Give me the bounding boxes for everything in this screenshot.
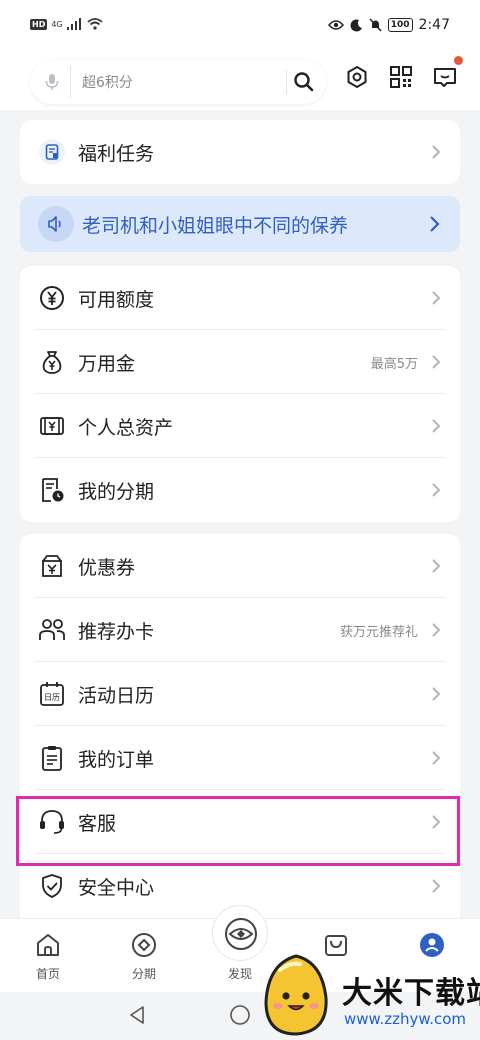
item-label: 优惠券 — [78, 556, 136, 579]
list-item-credit[interactable]: 可用额度 — [20, 266, 460, 330]
item-label: 活动日历 — [78, 684, 155, 707]
list-item-calendar[interactable]: 日历 活动日历 — [20, 662, 460, 726]
moon-icon — [350, 18, 362, 31]
svg-text:日历: 日历 — [44, 693, 60, 702]
status-left: HD 4G — [30, 18, 103, 30]
search-placeholder: 超6积分 — [82, 75, 133, 91]
bell-mute-icon — [369, 18, 382, 32]
chevron-right-icon — [432, 483, 441, 497]
item-label: 推荐办卡 — [78, 620, 155, 643]
mic-icon[interactable] — [42, 72, 62, 92]
chevron-right-icon — [432, 291, 441, 305]
search-divider-right — [286, 70, 287, 94]
top-bar: 超6积分 — [0, 54, 480, 110]
welfare-label: 福利任务 — [78, 142, 155, 165]
watermark-title: 大米下载站 — [342, 976, 480, 1011]
back-icon[interactable] — [126, 1004, 148, 1026]
list-item-wanyongjin[interactable]: 万用金 最高5万 — [20, 330, 460, 394]
wallet-icon — [40, 417, 64, 435]
network-label: 4G — [51, 19, 63, 29]
calendar-icon: 日历 — [40, 682, 64, 706]
clock: 2:47 — [418, 17, 450, 33]
shield-check-icon — [42, 874, 62, 898]
chevron-right-icon — [432, 623, 441, 637]
home-nav-icon[interactable] — [229, 1004, 251, 1026]
signal-icon — [66, 18, 81, 30]
yuan-circle-icon — [40, 286, 64, 310]
tab-home[interactable]: 首页 — [18, 931, 78, 982]
item-label: 我的分期 — [78, 480, 155, 503]
message-icon[interactable] — [432, 64, 458, 90]
list-item-orders[interactable]: 我的订单 — [20, 726, 460, 790]
battery-indicator: 100 — [387, 18, 413, 32]
status-right: 100 2:47 — [327, 17, 450, 33]
item-label: 我的订单 — [78, 748, 155, 771]
item-label: 安全中心 — [78, 876, 155, 899]
status-bar: HD 4G 100 2:47 — [0, 0, 480, 54]
highlight-frame — [16, 796, 460, 866]
wifi-icon — [87, 18, 103, 30]
clipboard-icon — [42, 746, 62, 771]
watermark: 大米下载站 www.zzhyw.com — [258, 948, 480, 1040]
chevron-right-icon — [432, 687, 441, 701]
speaker-icon — [48, 216, 61, 232]
list-item-coupon[interactable]: 优惠券 — [20, 534, 460, 598]
chevron-right-icon — [432, 559, 441, 573]
task-icon — [39, 139, 65, 165]
finance-card: 可用额度 万用金 最高5万 个人总资产 我的分期 — [20, 266, 460, 522]
qr-scan-icon[interactable] — [388, 64, 414, 90]
search-divider — [70, 66, 71, 98]
watermark-url: www.zzhyw.com — [344, 1010, 467, 1028]
chevron-right-icon — [432, 145, 441, 159]
chevron-right-icon — [430, 216, 440, 232]
tab-label: 分期 — [131, 967, 156, 981]
home-icon — [37, 934, 59, 956]
list-item-recommend-card[interactable]: 推荐办卡 获万元推荐礼 — [20, 598, 460, 662]
welfare-card: 福利任务 — [20, 120, 460, 184]
chevron-right-icon — [432, 751, 441, 765]
search-input[interactable]: 超6积分 — [30, 60, 326, 104]
chevron-right-icon — [432, 879, 441, 893]
chevron-right-icon — [432, 355, 441, 369]
hd-badge: HD — [30, 18, 48, 30]
settings-hex-icon[interactable] — [344, 64, 370, 90]
item-hint: 获万元推荐礼 — [339, 624, 418, 640]
speaker-icon-wrap — [38, 206, 74, 242]
chevron-right-icon — [432, 419, 441, 433]
search-icon[interactable] — [292, 70, 316, 94]
money-bag-icon — [42, 351, 62, 374]
tab-label: 首页 — [35, 967, 60, 981]
welfare-row[interactable]: 福利任务 — [20, 120, 460, 184]
item-label: 万用金 — [78, 352, 136, 375]
eye-icon — [327, 20, 344, 30]
eye-diamond-icon — [225, 918, 257, 950]
mascot-logo — [264, 954, 328, 1036]
banner-text: 老司机和小姐姐眼中不同的保养 — [82, 215, 349, 237]
item-hint: 最高5万 — [370, 356, 418, 372]
bill-clock-icon — [42, 478, 64, 502]
list-item-assets[interactable]: 个人总资产 — [20, 394, 460, 458]
promo-banner[interactable]: 老司机和小姐姐眼中不同的保养 — [20, 196, 460, 252]
people-icon — [39, 619, 65, 640]
coupon-icon — [42, 555, 62, 577]
item-label: 可用额度 — [78, 288, 155, 311]
tab-installment[interactable]: 分期 — [114, 931, 174, 982]
diamond-circle-icon — [132, 933, 156, 957]
list-item-installment[interactable]: 我的分期 — [20, 458, 460, 522]
notification-badge — [454, 56, 463, 65]
item-label: 个人总资产 — [78, 416, 174, 439]
